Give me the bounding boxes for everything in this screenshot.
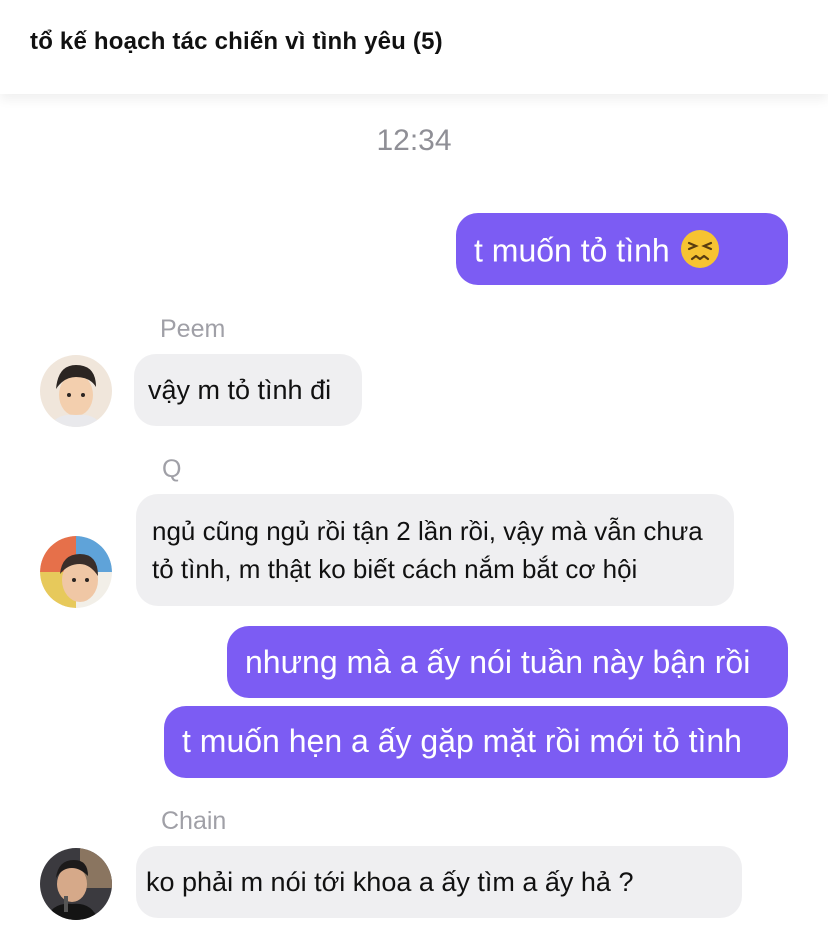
avatar-peem[interactable] <box>40 355 112 427</box>
message-text: ko phải m nói tới khoa a ấy tìm a ấy hả … <box>146 867 634 897</box>
incoming-message-bubble[interactable]: vậy m tỏ tình đi <box>134 354 362 426</box>
sender-name: Q <box>162 455 182 483</box>
outgoing-message-bubble[interactable]: t muốn hẹn a ấy gặp mặt rồi mới tỏ tình <box>164 706 788 778</box>
message-text: t muốn tỏ tình <box>474 232 670 269</box>
avatar-q[interactable] <box>40 536 112 608</box>
message-text: nhưng mà a ấy nói tuần này bận rồi <box>245 644 751 680</box>
incoming-message-bubble[interactable]: ngủ cũng ngủ rồi tận 2 lần rồi, vậy mà v… <box>136 494 734 606</box>
chat-header: tổ kế hoạch tác chiến vì tình yêu (5) <box>0 0 828 94</box>
sender-name: Chain <box>161 807 227 835</box>
message-text: vậy m tỏ tình đi <box>148 375 332 405</box>
message-line: ngủ cũng ngủ rồi tận 2 lần rồi, vậy mà v… <box>152 516 703 546</box>
confounded-face-emoji-icon <box>680 229 720 277</box>
outgoing-message-bubble[interactable]: nhưng mà a ấy nói tuần này bận rồi <box>227 626 788 698</box>
sender-name: Peem <box>160 315 226 343</box>
message-timestamp: 12:34 <box>376 124 452 157</box>
group-title[interactable]: tổ kế hoạch tác chiến vì tình yêu (5) <box>30 28 443 56</box>
outgoing-message-bubble[interactable]: t muốn tỏ tình <box>456 213 788 285</box>
avatar-chain[interactable] <box>40 848 112 920</box>
message-line: tỏ tình, m thật ko biết cách nắm bắt cơ … <box>152 554 638 584</box>
incoming-message-bubble[interactable]: ko phải m nói tới khoa a ấy tìm a ấy hả … <box>136 846 742 918</box>
message-text: t muốn hẹn a ấy gặp mặt rồi mới tỏ tình <box>182 723 742 759</box>
